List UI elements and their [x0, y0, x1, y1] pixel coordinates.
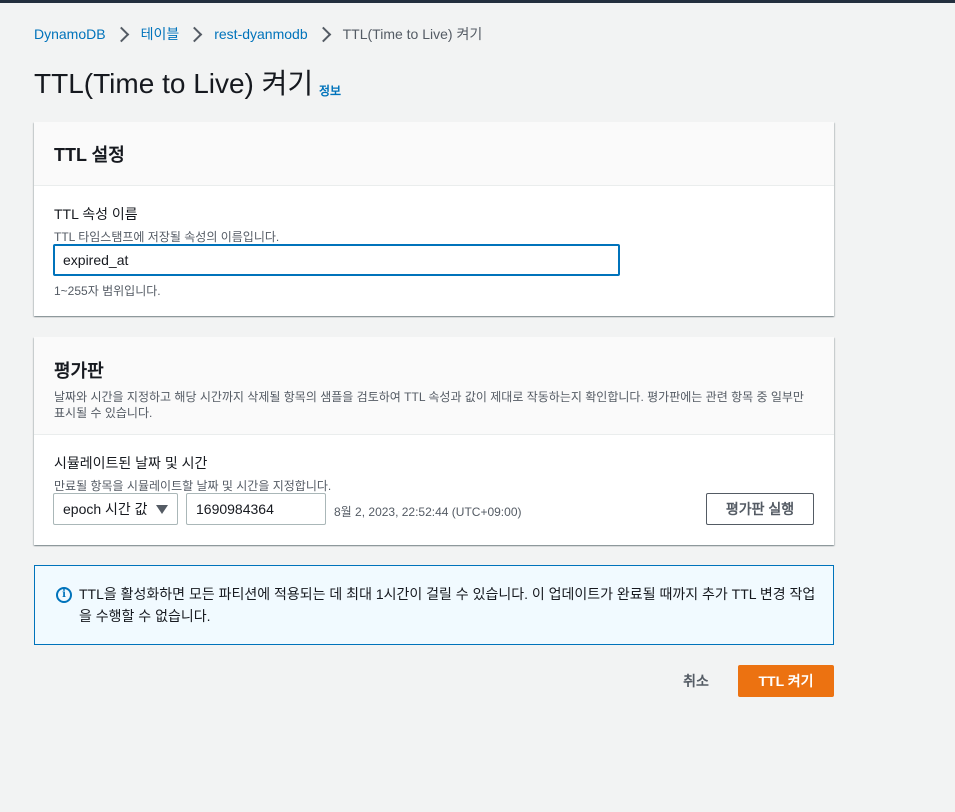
time-format-select-value: epoch 시간 값: [63, 501, 148, 517]
top-bar: [0, 0, 955, 3]
breadcrumb-dynamodb[interactable]: DynamoDB: [34, 26, 106, 42]
preview-description: 날짜와 시간을 지정하고 해당 시간까지 삭제될 항목의 샘플을 검토하여 TT…: [54, 390, 804, 420]
breadcrumb: DynamoDB 테이블 rest-dyanmodb TTL(Time to L…: [34, 24, 482, 44]
info-link[interactable]: 정보: [319, 82, 341, 99]
ttl-settings-panel: TTL 설정 TTL 속성 이름 TTL 타임스탬프에 저장될 속성의 이름입니…: [34, 122, 834, 316]
cancel-button[interactable]: 취소: [670, 665, 722, 697]
sim-datetime-label: 시뮬레이트된 날짜 및 시간: [54, 455, 208, 471]
info-icon: i: [56, 587, 72, 603]
preview-header: 평가판 날짜와 시간을 지정하고 해당 시간까지 삭제될 항목의 샘플을 검토하…: [34, 337, 834, 435]
ttl-attr-field: TTL 속성 이름 TTL 타임스탬프에 저장될 속성의 이름입니다.: [54, 204, 279, 245]
preview-title: 평가판: [54, 361, 104, 381]
epoch-time-input[interactable]: [186, 493, 326, 525]
info-alert: i TTL을 활성화하면 모든 파티션에 적용되는 데 최대 1시간이 걸릴 수…: [34, 565, 834, 645]
ttl-attr-label: TTL 속성 이름: [54, 206, 138, 222]
chevron-right-icon: [315, 26, 331, 42]
ttl-attr-constraint: 1~255자 범위입니다.: [54, 284, 161, 298]
breadcrumb-current: TTL(Time to Live) 켜기: [342, 26, 483, 42]
chevron-right-icon: [113, 26, 129, 42]
ttl-settings-title: TTL 설정: [54, 144, 125, 165]
ttl-attribute-input[interactable]: [53, 244, 620, 276]
breadcrumb-tables[interactable]: 테이블: [141, 24, 180, 44]
info-alert-text: TTL을 활성화하면 모든 파티션에 적용되는 데 최대 1시간이 걸릴 수 있…: [79, 586, 816, 624]
run-preview-button[interactable]: 평가판 실행: [706, 493, 814, 525]
simulated-date-text: 8월 2, 2023, 22:52:44 (UTC+09:00): [334, 505, 522, 519]
ttl-attr-description: TTL 타임스탬프에 저장될 속성의 이름입니다.: [54, 230, 280, 244]
chevron-right-icon: [186, 26, 203, 42]
breadcrumb-table-name[interactable]: rest-dyanmodb: [214, 26, 307, 42]
time-format-select[interactable]: epoch 시간 값: [53, 493, 178, 525]
page-title: TTL(Time to Live) 켜기: [34, 68, 314, 99]
preview-panel: 평가판 날짜와 시간을 지정하고 해당 시간까지 삭제될 항목의 샘플을 검토하…: [34, 337, 834, 545]
sim-datetime-description: 만료될 항목을 시뮬레이트할 날짜 및 시간을 지정합니다.: [54, 479, 332, 493]
caret-down-icon: [156, 504, 168, 514]
ttl-settings-header: TTL 설정: [34, 122, 834, 186]
turn-on-ttl-button[interactable]: TTL 켜기: [738, 665, 834, 697]
sim-datetime-field: 시뮬레이트된 날짜 및 시간 만료될 항목을 시뮬레이트할 날짜 및 시간을 지…: [54, 453, 331, 494]
